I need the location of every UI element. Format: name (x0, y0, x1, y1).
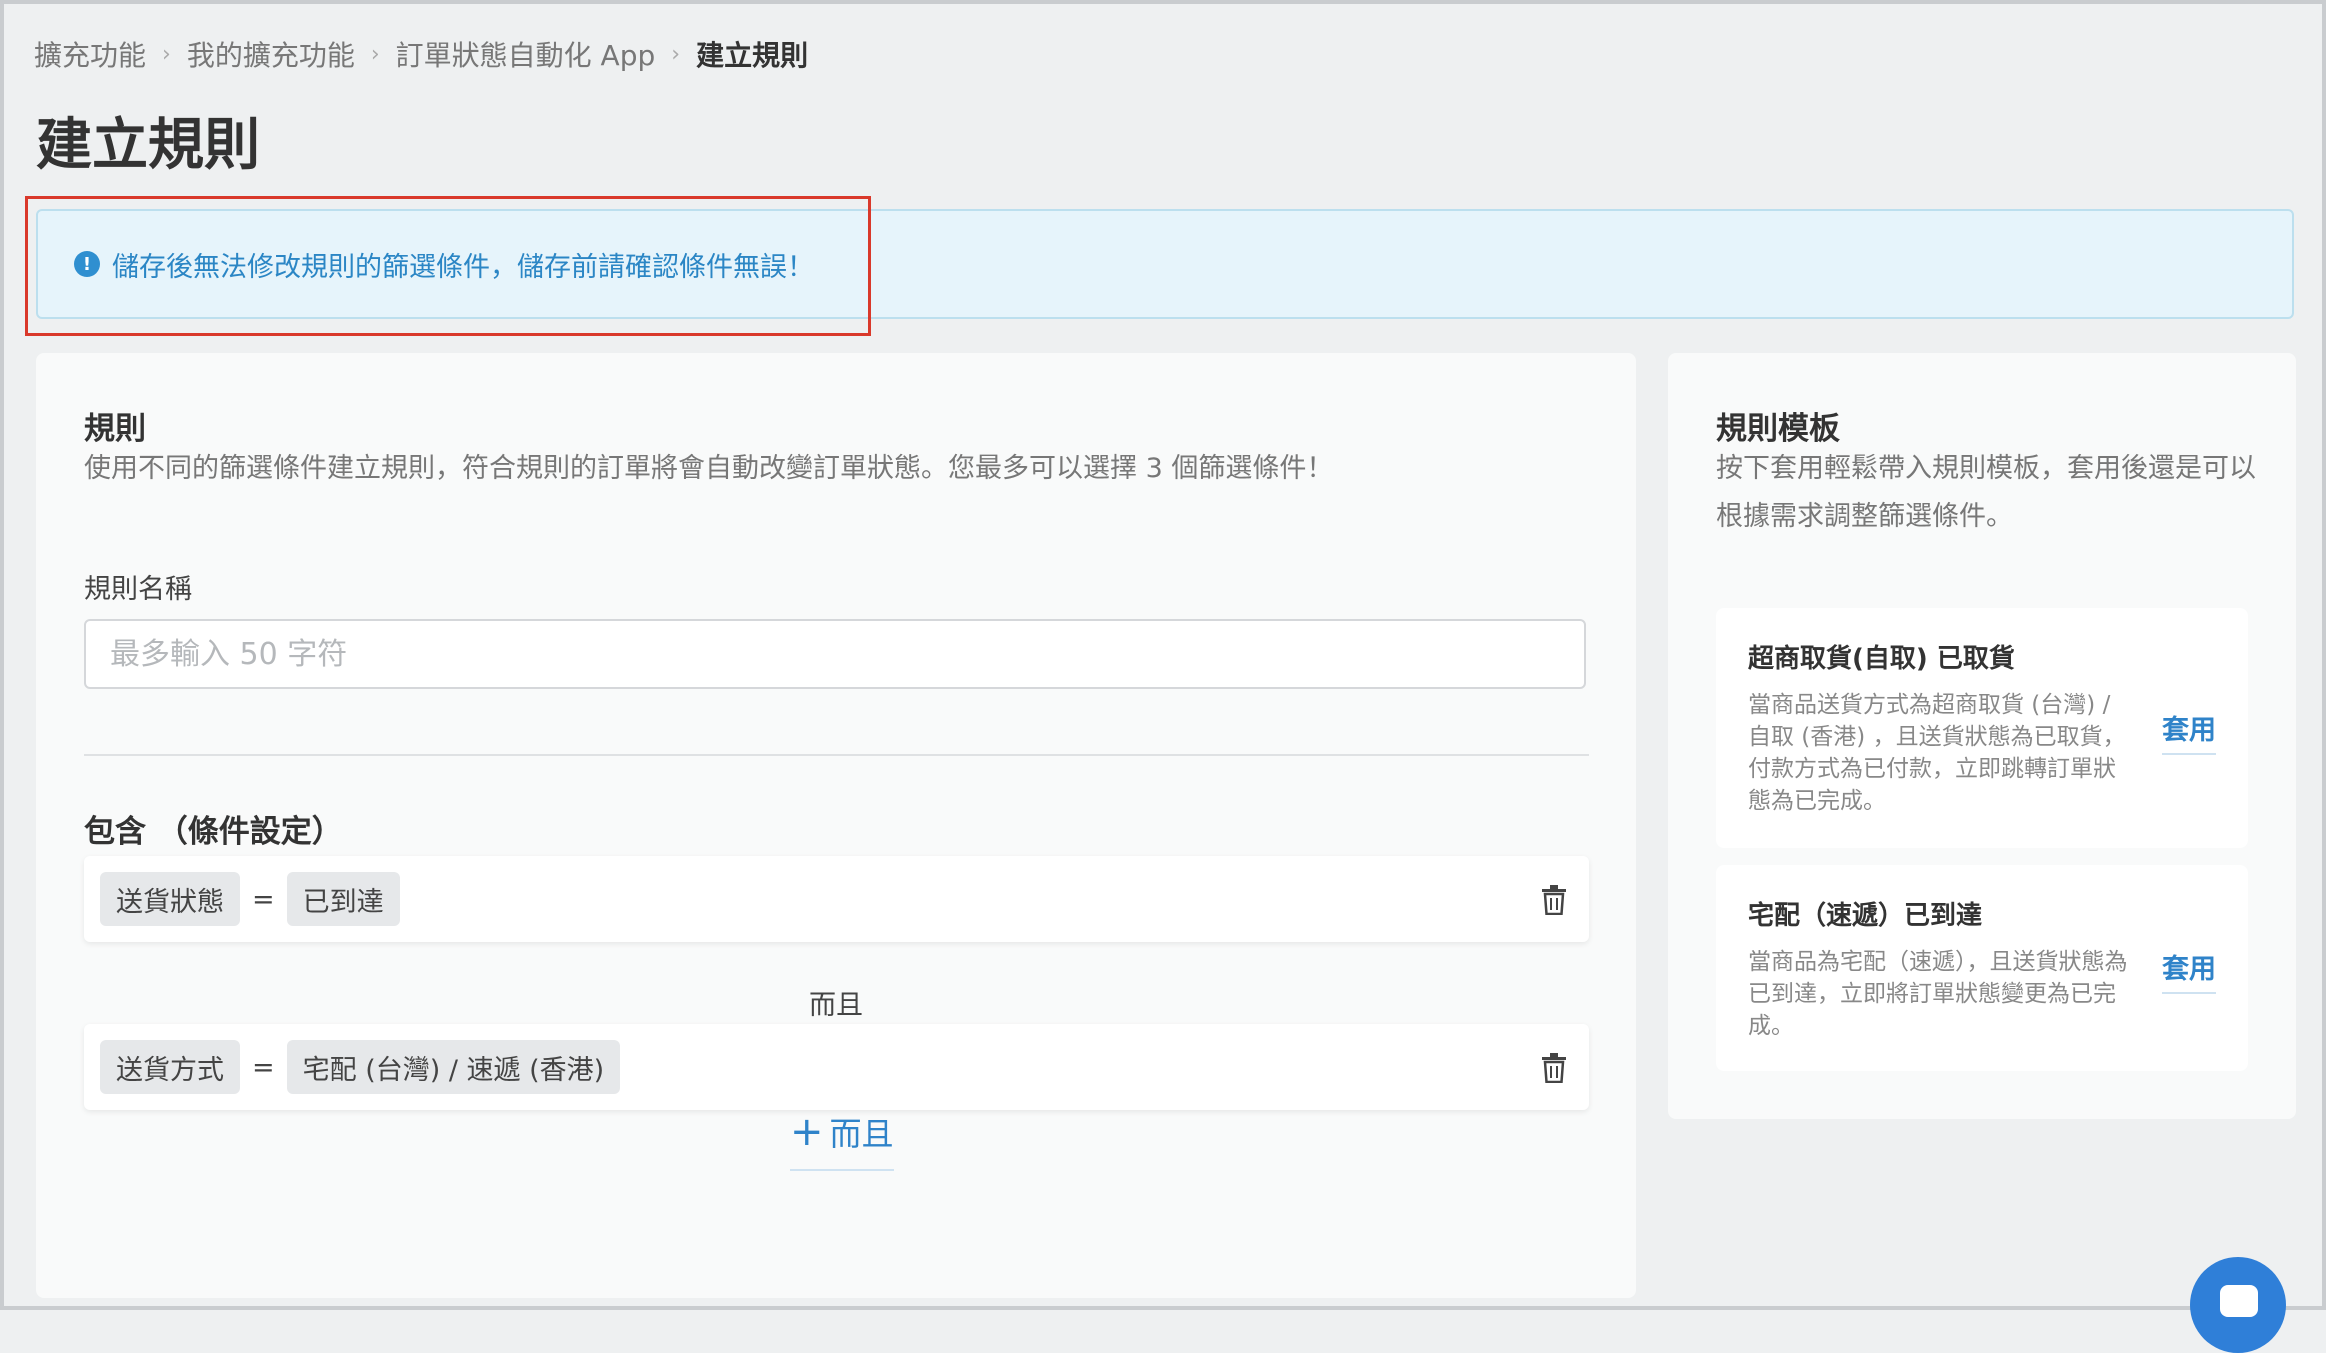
trash-icon[interactable] (1541, 1053, 1567, 1083)
templates-description: 按下套用輕鬆帶入規則模板，套用後還是可以根據需求調整篩選條件。 (1716, 453, 2256, 532)
chevron-right-icon: › (370, 41, 380, 67)
template-card: 宅配（速遞）已到達 當商品為宅配（速遞），且送貨狀態為已到達，立即將訂單狀態變更… (1716, 865, 2248, 1071)
rule-description: 使用不同的篩選條件建立規則，符合規則的訂單將會自動改變訂單狀態。您最多可以選擇 … (84, 453, 1334, 484)
condition-operator: = (252, 1051, 275, 1083)
condition-value-select[interactable]: 宅配 (台灣) / 速遞 (香港) (286, 1040, 621, 1094)
template-description: 當商品為宅配（速遞），且送貨狀態為已到達，立即將訂單狀態變更為已完成。 (1748, 949, 2128, 1039)
condition-row: 送貨狀態 = 已到達 (84, 856, 1589, 942)
breadcrumb: 擴充功能 › 我的擴充功能 › 訂單狀態自動化 App › 建立規則 (34, 34, 808, 74)
rule-name-label: 規則名稱 (84, 574, 192, 605)
apply-template-button[interactable]: 套用 (2162, 708, 2216, 755)
breadcrumb-link-extensions[interactable]: 擴充功能 (34, 34, 146, 74)
templates-title: 規則模板 (1716, 411, 1840, 447)
add-and-condition-button[interactable]: + 而且 (790, 1109, 894, 1171)
rule-card: 規則 使用不同的篩選條件建立規則，符合規則的訂單將會自動改變訂單狀態。您最多可以… (36, 353, 1636, 1298)
template-card: 超商取貨(自取) 已取貨 當商品送貨方式為超商取貨 (台灣) / 自取 (香港)… (1716, 608, 2248, 848)
condition-value-select[interactable]: 已到達 (286, 872, 400, 926)
page-title: 建立規則 (36, 113, 260, 178)
condition-field-select[interactable]: 送貨方式 (100, 1040, 240, 1094)
apply-template-button[interactable]: 套用 (2162, 947, 2216, 994)
breadcrumb-link-app[interactable]: 訂單狀態自動化 App (396, 34, 656, 74)
condition-row: 送貨方式 = 宅配 (台灣) / 速遞 (香港) (84, 1024, 1589, 1110)
chevron-right-icon: › (162, 41, 171, 67)
and-connector: 而且 (809, 990, 863, 1021)
condition-operator: = (252, 883, 275, 915)
condition-field-select[interactable]: 送貨狀態 (100, 872, 240, 926)
divider (84, 754, 1589, 756)
rule-templates-card: 規則模板 按下套用輕鬆帶入規則模板，套用後還是可以根據需求調整篩選條件。 超商取… (1668, 353, 2296, 1119)
template-title: 超商取貨(自取) 已取貨 (1748, 644, 2015, 674)
include-title: 包含 （條件設定） (84, 814, 343, 850)
chat-button[interactable] (2190, 1257, 2286, 1353)
add-and-label: 而且 (829, 1115, 894, 1153)
chevron-right-icon: › (671, 41, 681, 67)
rule-name-input[interactable] (84, 619, 1586, 689)
plus-icon: + (790, 1109, 824, 1155)
rule-section-title: 規則 (84, 411, 146, 447)
highlight-box (25, 196, 871, 336)
trash-icon[interactable] (1541, 885, 1567, 915)
template-title: 宅配（速遞）已到達 (1748, 901, 1983, 931)
breadcrumb-link-my-extensions[interactable]: 我的擴充功能 (187, 34, 355, 74)
breadcrumb-current: 建立規則 (696, 39, 809, 72)
chat-icon (2220, 1285, 2258, 1317)
template-description: 當商品送貨方式為超商取貨 (台灣) / 自取 (香港) ，且送貨狀態為已取貨，付… (1748, 692, 2126, 814)
